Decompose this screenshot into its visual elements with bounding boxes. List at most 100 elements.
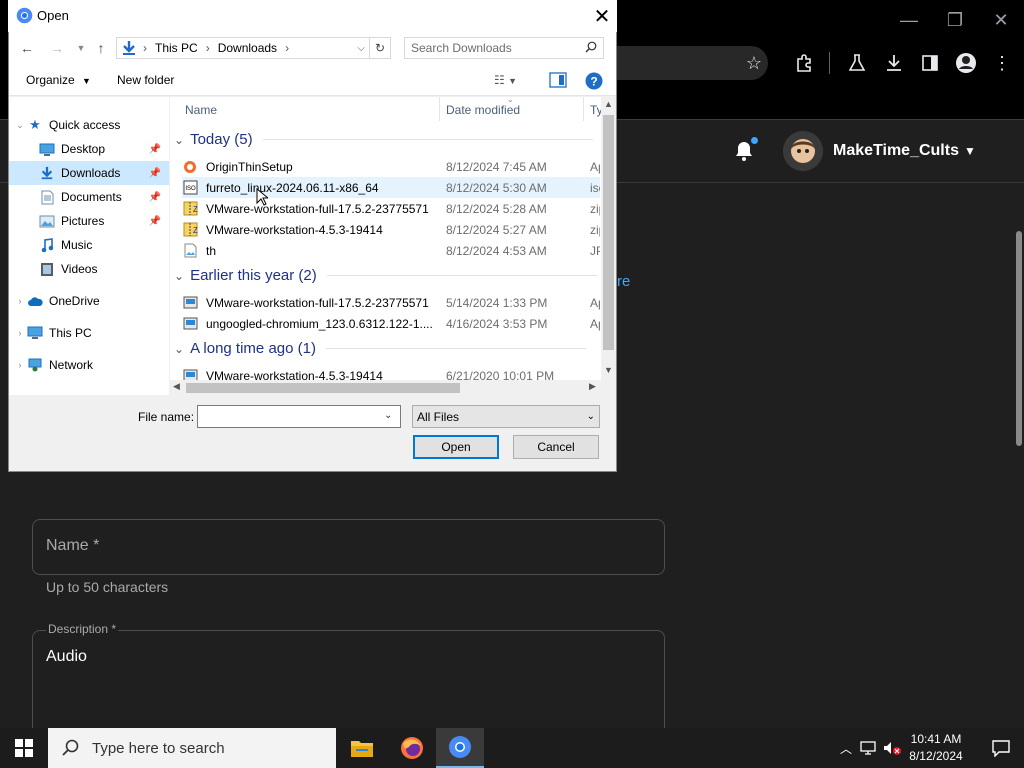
description-value[interactable]: Audio [46,648,87,666]
notification-center-button[interactable] [978,728,1024,768]
column-separator[interactable] [439,97,440,121]
nav-item-downloads[interactable]: Downloads 📌 [9,161,169,185]
preview-pane-icon[interactable] [549,72,567,93]
file-type-select[interactable]: All Files ⌄ [412,405,600,428]
network-icon[interactable] [856,741,880,755]
open-button[interactable]: Open [413,435,499,459]
start-button[interactable] [0,728,48,768]
channel-name[interactable]: MakeTime_Cults [833,142,959,160]
expand-chevron-icon[interactable]: ⌄ [13,120,27,131]
restore-button[interactable]: ❐ [932,0,978,40]
network-icon [27,357,43,373]
collapse-chevron-icon[interactable]: ⌄ [174,269,184,283]
column-separator[interactable] [583,97,584,121]
file-row[interactable]: th 8/12/2024 4:53 AM JP [182,240,600,261]
extensions-icon[interactable] [787,46,821,80]
nav-quick-access[interactable]: ⌄ ★ Quick access [13,113,173,137]
refresh-icon[interactable]: ↻ [370,37,391,59]
svg-text:?: ? [590,75,597,89]
downloads-icon [39,165,55,181]
back-arrow-icon[interactable]: ← [16,38,38,58]
column-date-modified[interactable]: Date modified [446,103,520,117]
horizontal-scroll-thumb[interactable] [186,383,460,393]
nav-onedrive[interactable]: › OneDrive [13,289,173,313]
pin-icon[interactable]: 📌 [149,168,161,179]
file-name-input[interactable] [197,405,401,428]
view-options-icon[interactable]: ☷ ▼ [494,73,517,87]
nav-item-documents[interactable]: Documents 📌 [9,185,169,209]
file-row[interactable]: OriginThinSetup 8/12/2024 7:45 AM Ap [182,156,600,177]
volume-muted-icon[interactable] [880,741,904,755]
file-list-horizontal-scrollbar[interactable]: ◀ ▶ [170,380,601,395]
chevron-down-icon[interactable]: ⌄ [384,410,392,421]
scroll-right-icon[interactable]: ▶ [589,381,596,392]
star-icon[interactable]: ☆ [737,46,771,80]
up-arrow-icon[interactable]: ↑ [90,38,112,58]
dialog-close-button[interactable]: ✕ [590,4,614,28]
file-group-header[interactable]: ⌄ Earlier this year (2) [174,267,597,284]
file-type: zip [590,201,600,216]
file-explorer-taskbar-button[interactable] [338,728,386,768]
file-list-vertical-scrollbar[interactable]: ▲ ▼ [601,97,616,380]
vertical-scroll-thumb[interactable] [603,115,614,350]
collapse-chevron-icon[interactable]: ⌄ [174,133,184,147]
scroll-up-icon[interactable]: ▲ [604,99,613,109]
sidepanel-icon[interactable] [913,46,947,80]
forward-arrow-icon[interactable]: → [46,38,68,58]
description-field[interactable] [32,630,665,740]
menu-icon[interactable]: ⋮ [985,46,1019,80]
firefox-taskbar-button[interactable] [388,728,436,768]
file-row[interactable]: VMware-workstation-4.5.3-19414 6/21/2020 … [182,365,600,380]
nav-network[interactable]: › Network [13,353,173,377]
expand-chevron-icon[interactable]: › [13,296,27,306]
scroll-down-icon[interactable]: ▼ [604,365,613,375]
pin-icon[interactable]: 📌 [149,216,161,227]
download-icon[interactable] [877,46,911,80]
nav-item-pictures[interactable]: Pictures 📌 [9,209,169,233]
pin-icon[interactable]: 📌 [149,144,161,155]
profile-icon[interactable] [949,46,983,80]
file-date: 4/16/2024 3:53 PM [446,316,548,331]
page-scrollbar[interactable] [1014,183,1024,728]
pin-icon[interactable]: 📌 [149,192,161,203]
avatar[interactable] [783,131,823,171]
chevron-up-icon[interactable]: ︿ [836,740,856,757]
column-name[interactable]: Name [185,103,217,117]
minimize-button[interactable]: — [886,0,932,40]
breadcrumb-this-pc[interactable]: This PC [155,41,198,55]
nav-item-videos[interactable]: Videos [9,257,169,281]
organize-button[interactable]: Organize ▼ [26,73,91,87]
playlist-name-field[interactable] [32,519,665,575]
nav-item-desktop[interactable]: Desktop 📌 [9,137,169,161]
taskbar-search[interactable]: Type here to search [48,728,336,768]
expand-chevron-icon[interactable]: › [13,360,27,370]
chevron-down-icon[interactable]: ⌵ [357,43,365,54]
file-row[interactable]: ISO furreto_linux-2024.06.11-x86_64 8/12/2… [182,177,600,198]
help-icon[interactable]: ? [585,72,603,95]
file-row[interactable]: Z VMware-workstation-4.5.3-19414 8/12/2024… [182,219,600,240]
address-bar[interactable]: › This PC › Downloads › ⌵ [116,37,370,59]
recent-locations-icon[interactable]: ▼ [70,38,92,58]
new-folder-button[interactable]: New folder [117,73,174,87]
file-row[interactable]: VMware-workstation-full-17.5.2-23775571 5… [182,292,600,313]
clock[interactable]: 10:41 AM 8/12/2024 [904,731,968,765]
file-group-header[interactable]: ⌄ Today (5) [174,131,593,148]
labs-icon[interactable] [840,46,874,80]
page-scroll-thumb[interactable] [1016,231,1022,446]
nav-this-pc[interactable]: › This PC [13,321,173,345]
nav-item-music[interactable]: Music [9,233,169,257]
file-row[interactable]: ungoogled-chromium_123.0.6312.122-1.... 4… [182,313,600,334]
cancel-button[interactable]: Cancel [513,435,599,459]
collapse-chevron-icon[interactable]: ⌄ [174,342,184,356]
dialog-search-input[interactable]: Search Downloads [404,37,604,59]
file-type: isc [590,180,600,195]
chevron-down-icon[interactable]: ▼ [964,144,976,158]
breadcrumb-downloads[interactable]: Downloads [218,41,277,55]
close-window-button[interactable]: ✕ [978,0,1024,40]
scroll-left-icon[interactable]: ◀ [173,381,180,392]
learn-more-link[interactable]: re [617,273,630,290]
file-row[interactable]: Z VMware-workstation-full-17.5.2-23775571… [182,198,600,219]
file-group-header[interactable]: ⌄ A long time ago (1) [174,340,586,357]
expand-chevron-icon[interactable]: › [13,328,27,338]
chrome-taskbar-button[interactable] [436,728,484,768]
